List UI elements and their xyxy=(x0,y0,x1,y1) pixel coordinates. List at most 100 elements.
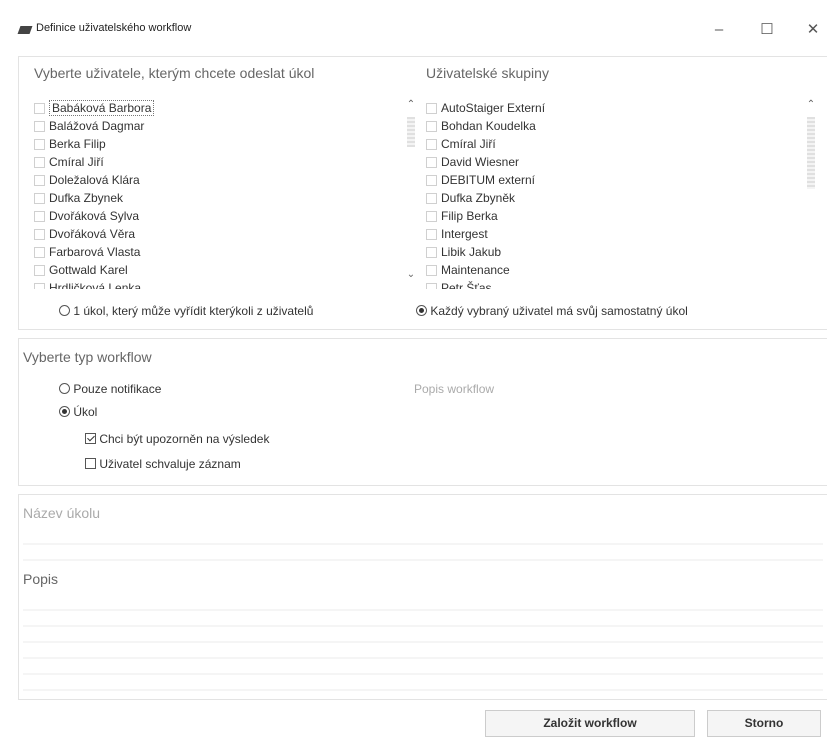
list-item-label: Dvořáková Sylva xyxy=(49,209,140,223)
list-item[interactable]: DEBITUM externí xyxy=(425,171,785,189)
user-approves-label: Uživatel schvaluje záznam xyxy=(99,457,241,471)
list-item-checkbox[interactable] xyxy=(34,175,45,186)
list-item[interactable]: Libik Jakub xyxy=(425,243,785,261)
list-item-checkbox[interactable] xyxy=(34,283,45,289)
list-item[interactable]: AutoStaiger Externí xyxy=(425,99,785,117)
list-item-checkbox[interactable] xyxy=(34,247,45,258)
list-item-checkbox[interactable] xyxy=(426,157,437,168)
list-item-checkbox[interactable] xyxy=(426,193,437,204)
list-item-label: Cmíral Jiří xyxy=(49,155,104,169)
list-item-checkbox[interactable] xyxy=(426,229,437,240)
list-item[interactable]: Hrdličková Lenka xyxy=(33,279,403,289)
list-item-checkbox[interactable] xyxy=(34,265,45,276)
list-item-label: Hrdličková Lenka xyxy=(49,281,142,289)
recipients-panel: Vyberte uživatele, kterým chcete odeslat… xyxy=(18,56,827,330)
list-item-label: Petr Šťas xyxy=(441,281,492,289)
workflow-type-panel: Vyberte typ workflow Pouze notifikace Úk… xyxy=(18,338,827,486)
list-item-checkbox[interactable] xyxy=(426,175,437,186)
task-description-label: Popis xyxy=(23,571,59,587)
list-item-label: Gottwald Karel xyxy=(49,263,128,277)
list-item[interactable]: Dufka Zbynek xyxy=(33,189,403,207)
list-item[interactable]: Doležalová Klára xyxy=(33,171,403,189)
notify-result-option[interactable]: Chci být upozorněn na výsledek xyxy=(85,432,269,446)
list-item[interactable]: Cmíral Jiří xyxy=(425,135,785,153)
task-radio[interactable] xyxy=(59,406,70,417)
single-task-option[interactable]: 1 úkol, který může vyřídit kterýkoli z u… xyxy=(59,304,313,318)
list-item-label: Farbarová Vlasta xyxy=(49,245,141,259)
notification-option[interactable]: Pouze notifikace xyxy=(59,382,161,396)
groups-heading: Uživatelské skupiny xyxy=(426,65,549,81)
user-approves-option[interactable]: Uživatel schvaluje záznam xyxy=(85,457,241,471)
list-item-label: Dufka Zbynek xyxy=(49,191,124,205)
list-item-label: Doležalová Klára xyxy=(49,173,140,187)
list-item-checkbox[interactable] xyxy=(34,121,45,132)
list-item-checkbox[interactable] xyxy=(34,193,45,204)
user-approves-checkbox[interactable] xyxy=(85,458,96,469)
list-item-checkbox[interactable] xyxy=(426,139,437,150)
list-item-checkbox[interactable] xyxy=(34,157,45,168)
notification-radio[interactable] xyxy=(59,383,70,394)
list-item-checkbox[interactable] xyxy=(34,103,45,114)
list-item-checkbox[interactable] xyxy=(34,211,45,222)
notification-label: Pouze notifikace xyxy=(73,382,162,396)
task-label: Úkol xyxy=(73,405,98,419)
title-bar: Definice uživatelského workflow – ☐ ✕ xyxy=(0,0,827,56)
task-description-input[interactable] xyxy=(23,595,823,691)
list-item[interactable]: Dufka Zbyněk xyxy=(425,189,785,207)
single-task-radio[interactable] xyxy=(59,305,70,316)
task-details-panel: Název úkolu Popis xyxy=(18,494,827,700)
users-scroll-down[interactable]: ⌄ xyxy=(405,269,417,280)
list-item[interactable]: Intergest xyxy=(425,225,785,243)
list-item[interactable]: Dvořáková Věra xyxy=(33,225,403,243)
close-button[interactable]: ✕ xyxy=(798,16,827,44)
workflow-app-icon xyxy=(17,26,33,34)
list-item-checkbox[interactable] xyxy=(426,121,437,132)
groups-list[interactable]: AutoStaiger Externí Bohdan Koudelka Cmíral… xyxy=(425,99,785,289)
each-task-option[interactable]: Každý vybraný uživatel má svůj samostatn… xyxy=(416,304,688,318)
list-item[interactable]: Maintenance xyxy=(425,261,785,279)
list-item[interactable]: Petr Šťas xyxy=(425,279,785,289)
list-item-label: Cmíral Jiří xyxy=(441,137,496,151)
list-item[interactable]: Gottwald Karel xyxy=(33,261,403,279)
notify-result-checkbox[interactable] xyxy=(85,433,96,444)
groups-scrollbar-thumb[interactable] xyxy=(807,117,815,189)
workflow-type-heading: Vyberte typ workflow xyxy=(23,349,152,365)
list-item-checkbox[interactable] xyxy=(426,247,437,258)
list-item-checkbox[interactable] xyxy=(426,283,437,289)
list-item-label: DEBITUM externí xyxy=(441,173,536,187)
users-list[interactable]: Babáková Barbora Balážová Dagmar Berka Fil… xyxy=(33,99,403,289)
list-item[interactable]: Berka Filip xyxy=(33,135,403,153)
list-item-checkbox[interactable] xyxy=(426,265,437,276)
list-item-label: Dvořáková Věra xyxy=(49,227,136,241)
minimize-button[interactable]: – xyxy=(704,16,734,44)
task-name-input[interactable] xyxy=(23,529,823,563)
list-item-label: Libik Jakub xyxy=(441,245,502,259)
workflow-description-field[interactable]: Popis workflow xyxy=(414,382,494,396)
list-item-label: Bohdan Koudelka xyxy=(441,119,536,133)
cancel-button[interactable]: Storno xyxy=(707,710,821,737)
groups-scroll-up[interactable]: ⌃ xyxy=(805,99,817,110)
task-option[interactable]: Úkol xyxy=(59,405,97,419)
list-item-checkbox[interactable] xyxy=(426,211,437,222)
list-item[interactable]: Babáková Barbora xyxy=(33,99,403,117)
list-item-checkbox[interactable] xyxy=(426,103,437,114)
create-workflow-button[interactable]: Založit workflow xyxy=(485,710,695,737)
list-item[interactable]: Dvořáková Sylva xyxy=(33,207,403,225)
list-item-label: Filip Berka xyxy=(441,209,498,223)
list-item[interactable]: Cmíral Jiří xyxy=(33,153,403,171)
users-scroll-up[interactable]: ⌃ xyxy=(405,99,417,110)
list-item-checkbox[interactable] xyxy=(34,229,45,240)
maximize-button[interactable]: ☐ xyxy=(752,16,782,44)
list-item-label: Babáková Barbora xyxy=(49,100,155,116)
each-task-radio[interactable] xyxy=(416,305,427,316)
users-scrollbar-thumb[interactable] xyxy=(407,117,415,147)
list-item-checkbox[interactable] xyxy=(34,139,45,150)
single-task-label: 1 úkol, který může vyřídit kterýkoli z u… xyxy=(73,304,314,318)
list-item[interactable]: David Wiesner xyxy=(425,153,785,171)
list-item-label: Intergest xyxy=(441,227,488,241)
list-item[interactable]: Balážová Dagmar xyxy=(33,117,403,135)
list-item[interactable]: Farbarová Vlasta xyxy=(33,243,403,261)
list-item-label: Dufka Zbyněk xyxy=(441,191,516,205)
list-item[interactable]: Filip Berka xyxy=(425,207,785,225)
list-item[interactable]: Bohdan Koudelka xyxy=(425,117,785,135)
